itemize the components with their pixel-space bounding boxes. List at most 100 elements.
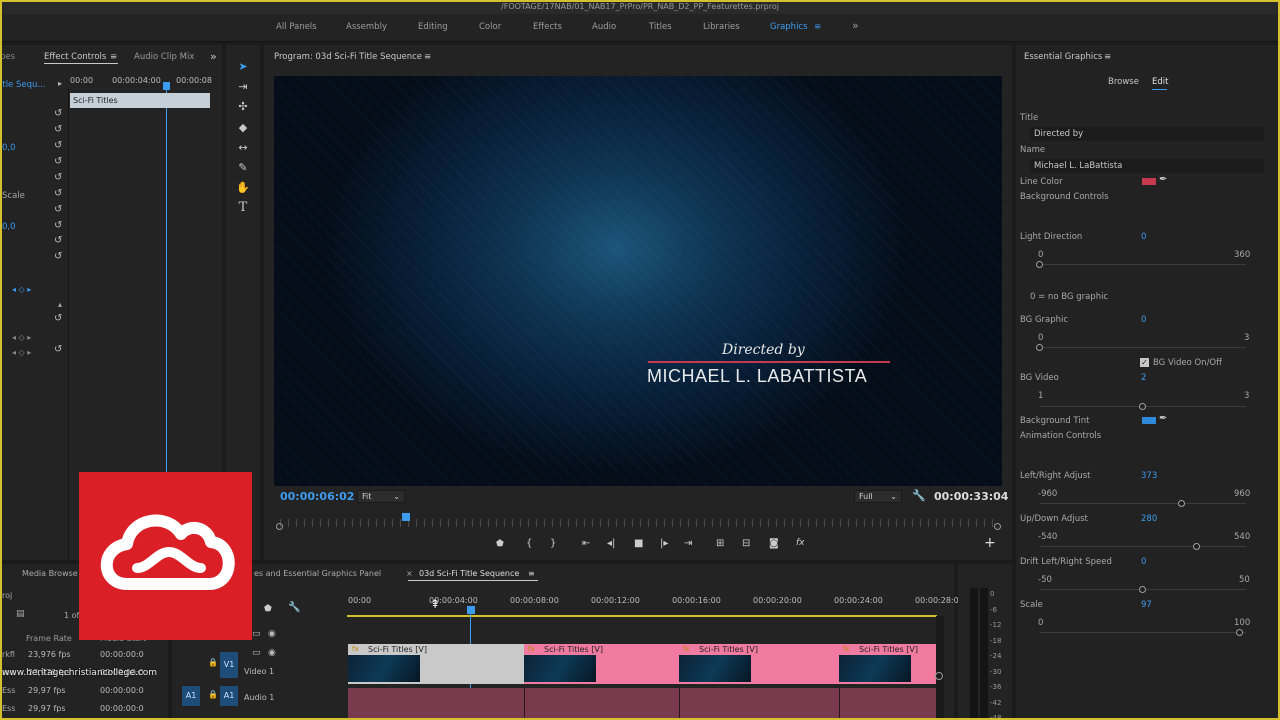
- lr-adjust-track[interactable]: [1040, 503, 1246, 504]
- light-direction-knob[interactable]: [1036, 261, 1043, 268]
- bg-graphic-knob[interactable]: [1036, 344, 1043, 351]
- scale-knob[interactable]: [1235, 629, 1243, 636]
- reset-icon[interactable]: ↺: [54, 108, 62, 119]
- workspace-graphics[interactable]: Graphics: [770, 22, 808, 32]
- step-back-icon[interactable]: ◂|: [607, 538, 615, 549]
- keyframe-nav-icon[interactable]: ◂ ◇ ▸: [12, 333, 31, 342]
- reset-icon[interactable]: ↺: [54, 188, 62, 199]
- line-color-swatch[interactable]: [1142, 178, 1156, 185]
- film-icon[interactable]: ▭: [252, 629, 261, 639]
- step-forward-icon[interactable]: |▸: [660, 538, 668, 549]
- tab-media-browser[interactable]: Media Browse: [22, 569, 78, 578]
- wrench-icon[interactable]: 🔧: [288, 602, 300, 613]
- scrubber-start-knob[interactable]: [276, 523, 283, 530]
- close-icon[interactable]: ×: [406, 569, 413, 578]
- workspace-titles[interactable]: Titles: [649, 22, 672, 32]
- workspace-overflow-icon[interactable]: »: [852, 19, 859, 32]
- go-to-out-icon[interactable]: ⇥: [684, 538, 692, 549]
- tab-audio-clip-mix[interactable]: Audio Clip Mix: [134, 52, 194, 62]
- program-playhead[interactable]: [402, 513, 410, 521]
- timeline-playhead[interactable]: [467, 606, 475, 614]
- marker-icon[interactable]: ⬟: [264, 604, 272, 614]
- lr-adjust-value[interactable]: 373: [1141, 471, 1157, 481]
- add-marker-icon[interactable]: ⬟: [496, 539, 504, 549]
- reset-icon[interactable]: ↺: [54, 235, 62, 246]
- scroll-knob[interactable]: [935, 672, 943, 680]
- eyedropper-icon[interactable]: ✒: [1159, 413, 1167, 424]
- bg-video-value[interactable]: 2: [1141, 373, 1146, 383]
- stop-icon[interactable]: ■: [634, 538, 643, 549]
- audio-clip-track[interactable]: [348, 688, 936, 720]
- reset-icon[interactable]: ↺: [54, 124, 62, 135]
- track-select-tool-icon[interactable]: ⇥: [236, 80, 250, 94]
- workspace-audio[interactable]: Audio: [592, 22, 616, 32]
- eye-icon[interactable]: ◉: [268, 629, 276, 639]
- workspace-editing[interactable]: Editing: [418, 22, 448, 32]
- workspace-effects[interactable]: Effects: [533, 22, 562, 32]
- title-input[interactable]: Directed by: [1030, 127, 1264, 141]
- video-clip[interactable]: Sci-Fi Titles [V] fx: [348, 644, 524, 684]
- lock-icon[interactable]: 🔒: [208, 658, 218, 667]
- timeline-scrollbar[interactable]: [936, 616, 944, 720]
- ripple-edit-tool-icon[interactable]: ✣: [236, 100, 250, 114]
- tint-swatch[interactable]: [1142, 417, 1156, 424]
- workspace-menu-icon[interactable]: ≡: [814, 22, 821, 32]
- panel-menu-icon[interactable]: ≡: [1104, 52, 1111, 62]
- tab-cut[interactable]: pes: [0, 52, 15, 62]
- ud-adjust-value[interactable]: 280: [1141, 514, 1157, 524]
- light-direction-track[interactable]: [1040, 264, 1246, 265]
- bg-video-knob[interactable]: [1139, 403, 1146, 410]
- panel-menu-icon[interactable]: ≡: [424, 52, 431, 62]
- video-clip[interactable]: Sci-Fi Titles [V] fx: [839, 644, 936, 684]
- slip-tool-icon[interactable]: ↔: [236, 141, 250, 155]
- reset-icon[interactable]: ↺: [54, 313, 62, 324]
- eye-icon[interactable]: ◉: [268, 648, 276, 658]
- reset-icon[interactable]: ↺: [54, 204, 62, 215]
- bg-graphic-value[interactable]: 0: [1141, 315, 1146, 325]
- collapse-arrow-icon[interactable]: ▴: [58, 300, 62, 309]
- panel-menu-icon[interactable]: ≡: [528, 569, 535, 578]
- wrench-icon[interactable]: 🔧: [912, 489, 926, 502]
- bg-video-checkbox[interactable]: ✓: [1140, 358, 1149, 367]
- bg-graphic-track[interactable]: [1040, 347, 1246, 348]
- mark-out-icon[interactable]: }: [550, 538, 556, 549]
- tab-browse[interactable]: Browse: [1108, 77, 1139, 87]
- work-area-bar[interactable]: [347, 615, 937, 617]
- panel-menu-icon[interactable]: ≡: [110, 52, 117, 62]
- mark-in-icon[interactable]: {: [526, 538, 532, 549]
- track-target-v1[interactable]: V1: [220, 652, 238, 678]
- fit-dropdown[interactable]: Fit ⌄: [357, 490, 405, 503]
- type-tool-icon[interactable]: T: [236, 201, 250, 215]
- workspace-color[interactable]: Color: [479, 22, 501, 32]
- scrubber-ticks[interactable]: [280, 519, 998, 527]
- lock-icon[interactable]: 🔒: [208, 690, 218, 699]
- lr-speed-value[interactable]: 0: [1141, 557, 1146, 567]
- quality-dropdown[interactable]: Full ⌄: [854, 490, 902, 503]
- ud-adjust-knob[interactable]: [1192, 543, 1200, 550]
- reset-icon[interactable]: ↺: [54, 156, 62, 167]
- ec-clip-bar[interactable]: Sci-Fi Titles: [70, 93, 210, 108]
- hand-tool-icon[interactable]: ✋: [236, 181, 250, 195]
- extract-icon[interactable]: ⊟: [742, 538, 750, 549]
- selection-tool-icon[interactable]: ➤: [236, 60, 250, 74]
- ec-value[interactable]: 0,0: [2, 143, 16, 153]
- workspace-all-panels[interactable]: All Panels: [276, 22, 317, 32]
- lr-adjust-knob[interactable]: [1178, 500, 1186, 507]
- ec-value[interactable]: 0,0: [2, 222, 16, 232]
- film-icon[interactable]: ▭: [252, 648, 261, 658]
- lift-icon[interactable]: ⊞: [716, 538, 724, 549]
- panel-overflow-icon[interactable]: »: [210, 50, 217, 63]
- folder-icon[interactable]: ▤: [16, 609, 25, 619]
- workspace-libraries[interactable]: Libraries: [703, 22, 740, 32]
- export-frame-icon[interactable]: ◙: [769, 538, 779, 549]
- tab-effect-controls[interactable]: Effect Controls: [44, 52, 106, 62]
- keyframe-nav-icon[interactable]: ◂ ◇ ▸: [12, 348, 31, 357]
- play-arrow-icon[interactable]: ▸: [58, 79, 62, 88]
- track-target-a1[interactable]: A1: [220, 686, 238, 706]
- scrubber-end-knob[interactable]: [994, 523, 1001, 530]
- column-frame-rate[interactable]: Frame Rate: [26, 634, 72, 643]
- name-input[interactable]: Michael L. LaBattista: [1030, 159, 1264, 173]
- lr-speed-knob[interactable]: [1139, 586, 1146, 593]
- reset-icon[interactable]: ↺: [54, 251, 62, 262]
- ud-adjust-track[interactable]: [1040, 546, 1246, 547]
